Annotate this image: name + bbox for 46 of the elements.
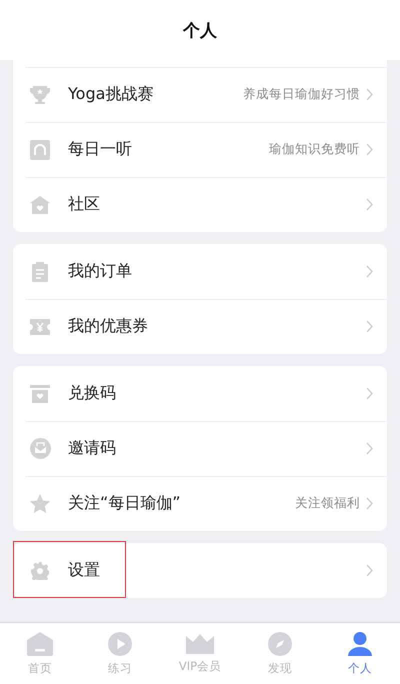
- menu-label: 每日一听: [68, 139, 132, 160]
- menu-item[interactable]: 兑换码: [13, 366, 387, 421]
- chevron-right-icon: [366, 320, 373, 333]
- settings-icon: [31, 562, 49, 580]
- chevron-right-icon: [366, 265, 373, 278]
- chevron-right-icon: [366, 143, 373, 156]
- trophy-icon: [29, 84, 51, 104]
- person-icon: [348, 632, 372, 656]
- menu-item[interactable]: 我的优惠券: [13, 299, 387, 354]
- crown-icon: [186, 634, 214, 654]
- gift-box-icon: [30, 384, 50, 403]
- home-icon: [27, 632, 53, 656]
- chevron-right-icon: [366, 497, 373, 510]
- compass-icon: [268, 632, 292, 656]
- menu-item[interactable]: 每日一听 瑜伽知识免费听: [13, 122, 387, 177]
- menu-item[interactable]: 我的订单: [13, 244, 387, 299]
- coupon-icon: [30, 318, 50, 334]
- menu-hint: 关注领福利: [295, 495, 360, 512]
- tab-item[interactable]: 个人: [320, 623, 400, 684]
- play-icon: [108, 632, 132, 656]
- menu-label: 我的优惠券: [68, 316, 148, 337]
- menu-item[interactable]: 设置: [13, 543, 387, 598]
- chevron-right-icon: [366, 198, 373, 211]
- menu-hint: 瑜伽知识免费听: [269, 141, 360, 158]
- clipboard-icon: [32, 262, 48, 282]
- chevron-right-icon: [366, 564, 373, 577]
- menu-item[interactable]: Yoga挑战赛 养成每日瑜伽好习惯: [13, 67, 387, 122]
- house-icon: [30, 196, 50, 214]
- menu-label: Yoga挑战赛: [68, 84, 154, 105]
- menu-label: 邀请码: [68, 438, 116, 459]
- star-icon: [30, 494, 50, 513]
- menu-hint: 养成每日瑜伽好习惯: [243, 86, 360, 103]
- menu-item[interactable]: 邀请码: [13, 421, 387, 476]
- chevron-right-icon: [366, 442, 373, 455]
- menu-item[interactable]: 社区: [13, 177, 387, 232]
- headphones-icon: [30, 140, 50, 160]
- menu-label: 设置: [68, 560, 100, 581]
- menu-label: 社区: [68, 194, 100, 215]
- chevron-right-icon: [366, 387, 373, 400]
- menu-label: 关注“每日瑜伽”: [68, 493, 181, 514]
- menu-label: 兑换码: [68, 383, 116, 404]
- menu-item[interactable]: 关注“每日瑜伽” 关注领福利: [13, 476, 387, 531]
- chevron-right-icon: [366, 88, 373, 101]
- envelope-icon: [30, 438, 50, 459]
- menu-label: 我的订单: [68, 261, 132, 282]
- page-title: 个人: [183, 20, 217, 42]
